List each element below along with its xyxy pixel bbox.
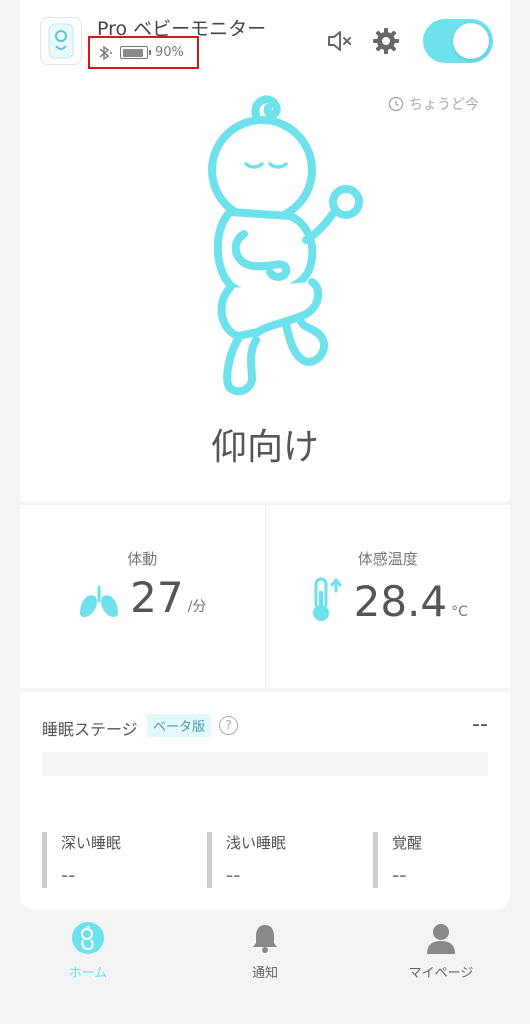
movement-stat[interactable]: 体動 27 /分 (20, 505, 265, 688)
sleep-stage-bar (42, 752, 488, 776)
battery-icon (120, 46, 151, 59)
bell-icon (253, 925, 277, 953)
status-card: Pro ベビーモニター 90% ちょうど今 仰向け (20, 0, 510, 502)
person-icon (427, 924, 455, 954)
movement-value: 27 (130, 573, 184, 622)
bluetooth-icon (99, 45, 112, 60)
monitor-toggle[interactable] (423, 19, 493, 63)
toggle-knob (453, 23, 489, 59)
legend-awake: 覚醒 -- (373, 832, 422, 888)
lungs-icon (80, 585, 119, 618)
baby-monitor-device-icon (48, 23, 74, 59)
baby-posture-illustration (208, 95, 363, 396)
connection-status: 90% (88, 36, 199, 69)
temperature-unit: °C (451, 604, 468, 620)
tab-home[interactable]: ホーム (28, 922, 148, 981)
temperature-value: 28.4 (353, 577, 448, 626)
legend-label: 深い睡眠 (61, 834, 122, 852)
bottom-tab-bar: ホーム 通知 マイページ (0, 914, 530, 1024)
legend-value: -- (226, 863, 241, 887)
movement-label: 体動 (127, 550, 158, 568)
movement-unit: /分 (187, 599, 207, 615)
legend-deep-sleep: 深い睡眠 -- (42, 832, 121, 888)
tab-home-label: ホーム (68, 966, 108, 981)
battery-percent: 90% (155, 45, 184, 60)
tab-mypage-label: マイページ (408, 966, 474, 981)
temperature-label: 体感温度 (357, 550, 418, 568)
legend-value: -- (61, 863, 76, 887)
help-icon[interactable]: ? (219, 716, 238, 735)
sleep-stage-value: -- (472, 712, 488, 737)
gear-icon[interactable] (372, 27, 400, 55)
history-now-link[interactable]: ちょうど今 (388, 94, 479, 114)
vitals-card: 体動 27 /分 体感温度 28.4 °C (20, 505, 510, 688)
posture-label: 仰向け (210, 427, 319, 468)
speaker-mute-icon[interactable] (325, 27, 353, 55)
sleep-stage-card: 睡眠ステージ ベータ版 ? -- 深い睡眠 -- 浅い睡眠 -- 覚醒 -- (20, 692, 510, 910)
tab-mypage[interactable]: マイページ (381, 922, 501, 981)
beta-badge: ベータ版 (147, 714, 212, 737)
legend-light-sleep: 浅い睡眠 -- (207, 832, 286, 888)
thermometer-rising-icon (312, 577, 342, 621)
device-thumbnail[interactable] (40, 17, 82, 65)
legend-label: 覚醒 (392, 834, 423, 852)
temperature-stat[interactable]: 体感温度 28.4 °C (264, 505, 511, 688)
legend-label: 浅い睡眠 (226, 834, 287, 852)
tab-notifications-label: 通知 (251, 966, 278, 981)
now-link-label: ちょうど今 (409, 97, 479, 113)
battery-level-fill (122, 48, 144, 57)
legend-value: -- (392, 863, 407, 887)
home-baby-icon (72, 922, 104, 954)
tab-notifications[interactable]: 通知 (205, 922, 325, 981)
sleep-stage-title: 睡眠ステージ (42, 720, 138, 739)
clock-history-icon (388, 96, 404, 112)
